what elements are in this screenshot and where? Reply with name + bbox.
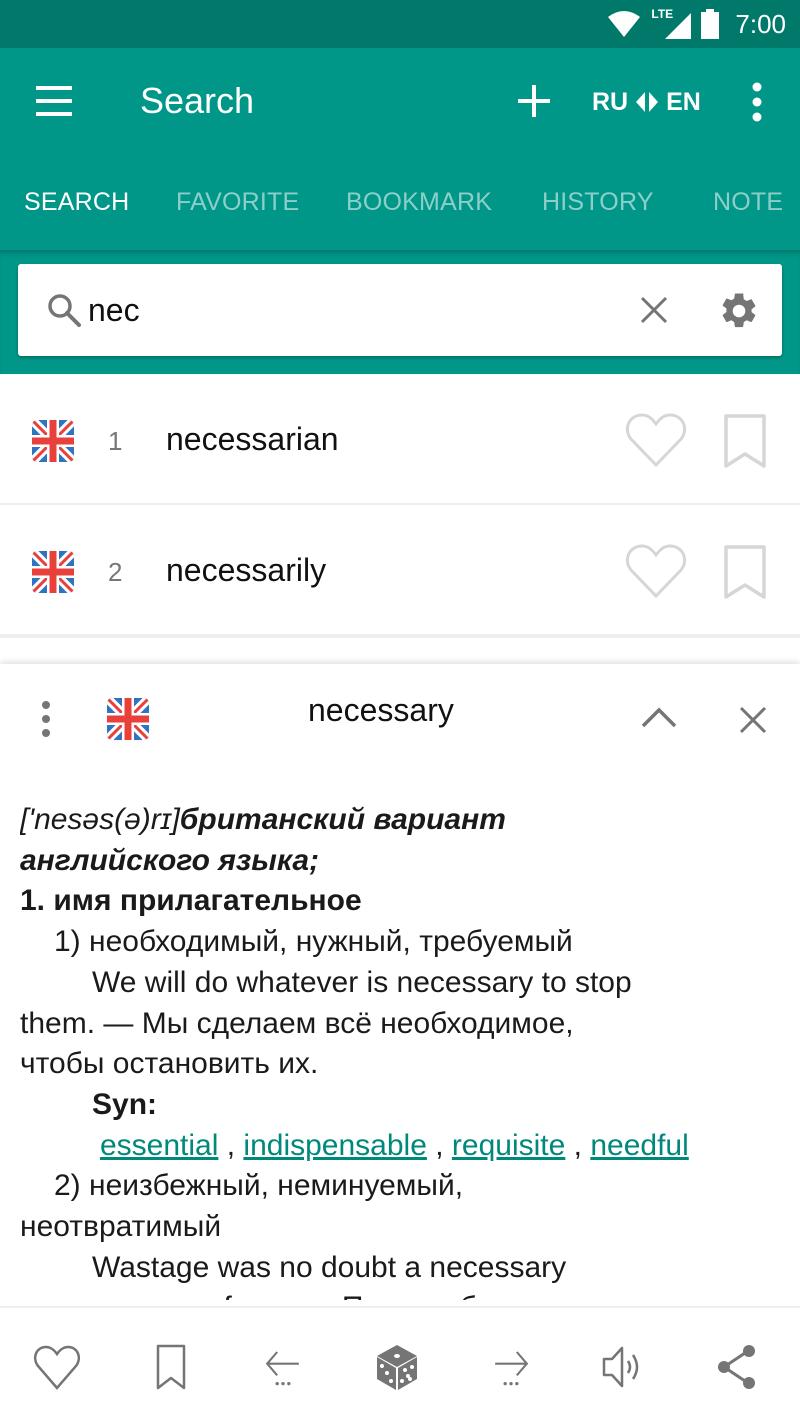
overflow-menu-button[interactable] (745, 82, 769, 122)
clear-icon (640, 296, 668, 324)
cellular-signal-icon: LTE (651, 7, 692, 39)
favorite-button[interactable] (32, 1342, 82, 1392)
sheet-header: necessary (0, 664, 800, 774)
next-arrow-icon (495, 1351, 529, 1386)
example-1-cont: them. — Мы сделаем всё необходимое, (20, 1006, 574, 1040)
tab-search[interactable]: SEARCH (24, 188, 129, 217)
heart-icon[interactable] (625, 412, 687, 468)
example-2-cont: consequence of war. — Потери, безусловно (20, 1288, 790, 1300)
transcription: ['nesəs(ə)rɪ] (20, 803, 180, 836)
example-1-translation: чтобы остановить их. (20, 1047, 319, 1081)
wifi-icon (608, 11, 641, 37)
heart-icon (34, 1345, 80, 1390)
list-divider (0, 636, 800, 664)
share-button[interactable] (712, 1342, 762, 1392)
expand-sheet-button[interactable] (640, 702, 678, 732)
tab-bookmark[interactable]: BOOKMARK (346, 188, 492, 217)
result-list: 1 necessarian 2 necessarily (0, 374, 800, 636)
variant-note-cont: английского языка; (20, 843, 320, 877)
uk-flag-icon (107, 698, 149, 740)
close-sheet-button[interactable] (737, 704, 769, 736)
bookmark-icon (156, 1344, 186, 1390)
list-item[interactable]: 2 necessarily (0, 505, 800, 636)
sense-1: 1) необходимый, нужный, требуемый (54, 925, 573, 959)
source-language: RU (592, 87, 629, 116)
plus-icon (518, 85, 550, 117)
search-input[interactable] (88, 288, 608, 332)
clock: 7:00 (735, 8, 786, 39)
bottom-toolbar (0, 1306, 800, 1422)
dice-random-icon (377, 1345, 417, 1390)
synonym-link[interactable]: requisite (452, 1129, 565, 1162)
result-word: necessarily (166, 552, 327, 588)
uk-flag-icon (32, 420, 74, 462)
page-title: Search (140, 80, 255, 121)
pronounce-button[interactable] (598, 1342, 648, 1392)
sense-2-cont: неотвратимый (20, 1210, 222, 1244)
result-index: 2 (108, 557, 123, 587)
synonym-link[interactable]: needful (590, 1129, 688, 1162)
previous-word-button[interactable] (258, 1342, 308, 1392)
example-2: Wastage was no doubt a necessary (92, 1250, 567, 1284)
synonyms-label: Syn: (92, 1087, 158, 1121)
battery-icon (701, 9, 720, 39)
uk-flag-icon (32, 551, 74, 593)
clear-search-button[interactable] (638, 294, 670, 326)
bookmark-button[interactable] (146, 1342, 196, 1392)
definition-body: ['nesəs(ə)rɪ]британский вариант английск… (20, 800, 790, 1300)
target-language: EN (666, 87, 701, 116)
headword: necessary (308, 692, 454, 728)
part-of-speech: 1. имя прилагательное (20, 884, 362, 918)
speaker-icon (602, 1346, 639, 1388)
tab-bar: SEARCH FAVORITE BOOKMARK HISTORY NOTE (0, 176, 800, 232)
search-box (18, 264, 782, 356)
sheet-overflow-button[interactable] (36, 700, 56, 740)
language-direction-toggle[interactable]: RU EN (592, 86, 701, 118)
synonym-link[interactable]: indispensable (243, 1129, 426, 1162)
bookmark-icon[interactable] (722, 545, 768, 599)
variant-note: британский вариант (179, 803, 506, 836)
tab-note[interactable]: NOTE (713, 188, 783, 217)
synonym-link[interactable]: essential (100, 1129, 218, 1162)
add-button[interactable] (515, 82, 553, 120)
previous-arrow-icon (265, 1351, 299, 1386)
menu-button[interactable] (34, 84, 74, 118)
gear-icon (722, 293, 756, 328)
more-vertical-icon (752, 82, 762, 122)
result-word: necessarian (166, 421, 339, 457)
more-vertical-icon (42, 701, 50, 737)
chevron-up-icon (641, 707, 677, 728)
swap-arrows-icon (636, 92, 659, 112)
next-word-button[interactable] (486, 1342, 536, 1392)
heart-icon[interactable] (625, 543, 687, 599)
result-index: 1 (108, 426, 123, 456)
search-settings-button[interactable] (718, 290, 760, 332)
search-area (0, 250, 800, 374)
status-bar: LTE 7:00 (0, 0, 800, 48)
search-icon (48, 294, 81, 327)
list-item[interactable]: 1 necessarian (0, 374, 800, 505)
bookmark-icon[interactable] (722, 414, 768, 468)
tab-history[interactable]: HISTORY (542, 188, 654, 217)
tab-favorite[interactable]: FAVORITE (176, 188, 299, 217)
app-bar: Search RU EN SEARCH FAVORITE BOOKMARK HI… (0, 48, 800, 250)
example-1: We will do whatever is necessary to stop (92, 965, 632, 999)
sense-2: 2) неизбежный, неминуемый, (54, 1169, 464, 1203)
close-icon (739, 706, 767, 734)
random-word-button[interactable] (372, 1342, 422, 1392)
share-icon (718, 1345, 755, 1389)
synonyms-list: essential , indispensable , requisite , … (100, 1128, 689, 1162)
